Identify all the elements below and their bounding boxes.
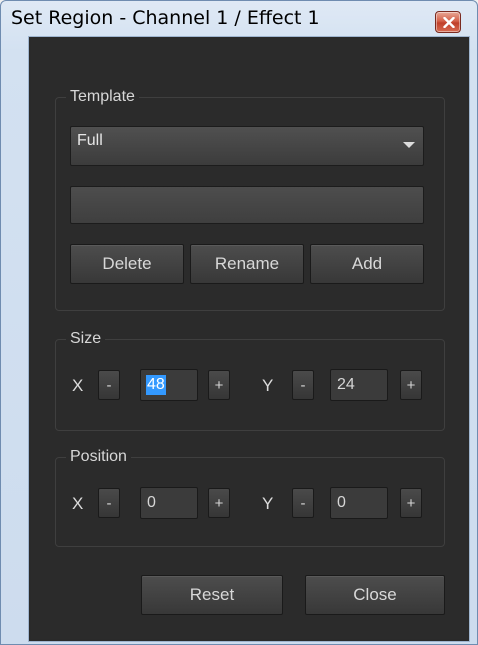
close-window-button[interactable]: [435, 11, 461, 33]
window-title: Set Region - Channel 1 / Effect 1: [11, 7, 320, 29]
size-x-decrement-button[interactable]: -: [98, 370, 120, 400]
position-group: Position X - 0 + Y - 0 +: [55, 447, 445, 547]
size-x-field[interactable]: 48: [140, 369, 198, 401]
template-name-input[interactable]: [70, 186, 424, 224]
position-y-field[interactable]: 0: [330, 487, 388, 519]
position-y-increment-button[interactable]: +: [400, 488, 422, 518]
position-y-label: Y: [262, 494, 274, 513]
size-y-decrement-button[interactable]: -: [292, 370, 314, 400]
close-button[interactable]: Close: [305, 575, 445, 615]
add-button[interactable]: Add: [310, 244, 424, 284]
template-group: Template Full Delete Rename Add: [55, 87, 445, 311]
size-x-label: X: [72, 376, 84, 395]
size-y-increment-button[interactable]: +: [400, 370, 422, 400]
dialog-content: Template Full Delete Rename Add Size X -…: [28, 36, 470, 642]
title-bar[interactable]: Set Region - Channel 1 / Effect 1: [1, 1, 477, 38]
position-x-label: X: [72, 494, 84, 513]
position-x-decrement-button[interactable]: -: [98, 488, 120, 518]
size-y-field[interactable]: 24: [330, 369, 388, 401]
size-y-label: Y: [262, 376, 274, 395]
position-y-decrement-button[interactable]: -: [292, 488, 314, 518]
rename-button[interactable]: Rename: [190, 244, 304, 284]
position-group-label: Position: [66, 447, 131, 467]
template-dropdown[interactable]: Full: [70, 126, 424, 166]
position-x-value: 0: [147, 494, 156, 511]
size-group-label: Size: [66, 329, 106, 349]
delete-button[interactable]: Delete: [70, 244, 184, 284]
template-dropdown-value: Full: [77, 132, 103, 149]
position-x-increment-button[interactable]: +: [208, 488, 230, 518]
chevron-down-icon: [403, 142, 415, 148]
size-y-value: 24: [337, 376, 355, 393]
size-group: Size X - 48 + Y - 24 +: [55, 329, 445, 431]
position-x-field[interactable]: 0: [140, 487, 198, 519]
dialog-window: Set Region - Channel 1 / Effect 1 Templa…: [0, 0, 478, 645]
close-icon: [443, 17, 455, 28]
position-y-value: 0: [337, 494, 346, 511]
reset-button[interactable]: Reset: [141, 575, 283, 615]
size-x-increment-button[interactable]: +: [208, 370, 230, 400]
template-group-label: Template: [66, 87, 139, 107]
size-x-value: 48: [146, 375, 166, 395]
